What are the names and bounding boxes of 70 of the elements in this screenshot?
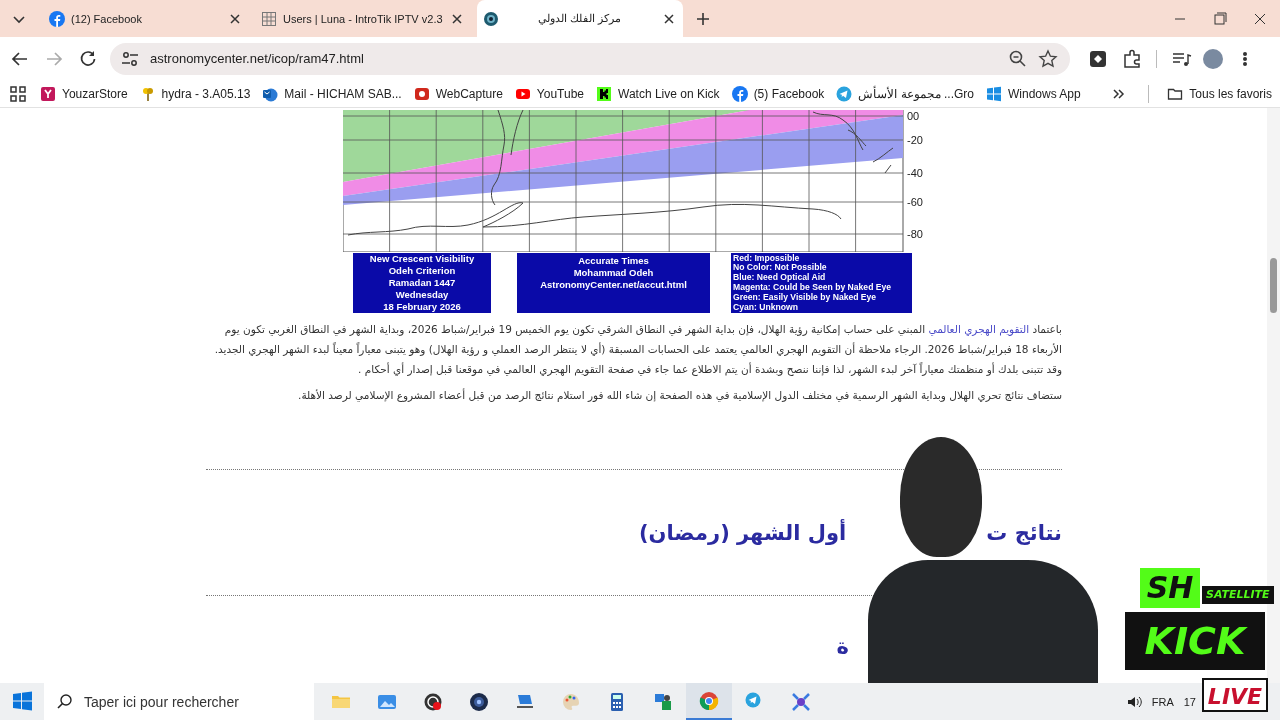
browser-icon (699, 690, 719, 711)
calendar-link[interactable]: التقويم الهجري العالمي (928, 323, 1030, 335)
bookmark-item[interactable]: (5) Facebook (731, 85, 825, 102)
bookmark-item[interactable]: YouTube (514, 85, 584, 102)
tab-title: (12) Facebook (71, 12, 143, 25)
network-icon (653, 691, 673, 712)
windows-icon (986, 85, 1002, 102)
legend-text: No Color: Not Possible (733, 263, 828, 273)
browser-tab[interactable]: Users | Luna - IntroTik IPTV v2.3 (255, 0, 471, 37)
latitude-label: -40 (907, 167, 923, 179)
bookmark-item[interactable]: Mail - HICHAM SAB... (262, 85, 402, 102)
section-heading: نتائج ت (986, 520, 1062, 545)
palette-icon (561, 691, 581, 712)
globe-icon (482, 10, 499, 27)
legend-text: Red: Impossible (733, 253, 800, 264)
scrollbar-thumb[interactable] (1270, 258, 1277, 313)
legend-text: Blue: Need Optical Aid (733, 273, 827, 283)
bookmark-item[interactable]: hydra - 3.A05.13 (139, 85, 251, 102)
language-indicator[interactable]: FRA (1151, 695, 1174, 708)
record-icon (423, 691, 443, 712)
bookmark-item[interactable]: Windows App (986, 85, 1081, 102)
apps-grid-icon[interactable] (8, 83, 28, 104)
latitude-label: 00 (907, 110, 920, 122)
paper-plane-icon (836, 85, 853, 102)
capture-icon (413, 85, 430, 102)
zoom-icon[interactable] (1008, 48, 1028, 69)
bookmark-item[interactable]: YouzarStore (40, 85, 128, 102)
tab-title: مركز الفلك الدولي (537, 12, 623, 25)
legend-text: Accurate Times (577, 255, 650, 267)
logo-badge: SH (1140, 568, 1200, 608)
section-heading: أول الشهر (رمضان) (638, 520, 847, 545)
bookmark-item[interactable]: WebCapture (413, 85, 503, 102)
address-bar[interactable]: astronomycenter.net/icop/ram47.html (110, 42, 1070, 75)
latitude-label: -20 (907, 134, 923, 146)
paragraph: ستضاف نتائج تحري الهلال وبداية الشهر الرسمية في مختلف الدول الإسلامية في هذه الصفحة إن شاء الله فور استلام نتائج الرصد من قبل أعضاء المشروع الإسلامي لرصد الأهلة. (297, 387, 1062, 404)
logo-text: SATELLITE (1202, 586, 1274, 604)
legend-text: Wednesday (394, 289, 450, 301)
legend-text: Green: Easily Visible by Naked Eye (733, 292, 877, 303)
url-text: astronomycenter.net/icop/ram47.html (150, 51, 364, 66)
section-heading: ة (836, 634, 849, 658)
browser-tab[interactable]: مركز الفلك الدولي (476, 0, 683, 37)
logo-title: KICK (1125, 612, 1265, 670)
letter-k-icon (596, 85, 612, 102)
profile-avatar[interactable] (1203, 48, 1223, 69)
legend-text: Ramadan 1447 (387, 277, 457, 289)
legend-text: New Crescent Visibility (368, 253, 476, 265)
legend-text: Mohammad Odeh (572, 267, 655, 279)
table-icon (261, 10, 277, 27)
tab-title: Users | Luna - IntroTik IPTV v2.3 (283, 12, 443, 25)
latitude-label: -60 (907, 196, 923, 208)
clock-text: 17 (1183, 695, 1196, 708)
camera-icon (469, 691, 489, 712)
live-badge: LIVE (1202, 678, 1268, 712)
letter-y-icon (40, 85, 56, 102)
legend-text: Magenta: Could be Seen by Naked Eye (733, 283, 893, 293)
facebook-icon (731, 85, 748, 102)
legend-text: 18 February 2026 (382, 301, 462, 313)
search-icon (56, 692, 74, 711)
browser-tab[interactable]: (12) Facebook (43, 0, 249, 37)
bookmark-item[interactable]: Watch Live on Kick (596, 85, 720, 102)
facebook-icon (49, 10, 65, 27)
legend-text: Odeh Criterion (387, 265, 457, 277)
legend-text: AstronomyCenter.net/accut.html (539, 279, 688, 291)
latitude-label: -80 (907, 228, 923, 240)
paragraph: باعتماد التقويم الهجري العالمي المبني على حساب إمكانية رؤية الهلال، فإن بداية الشهر في النطاق الشرقي تكون يوم الخميس 19 فبراير/شباط 2026، وبداية الشهر في النطاق الغربي تكون يوم الأربعاء 18 فبراير/شباط 2026. الرجاء ملاحظة أن التقويم الهجري العالمي يعتمد على الحسابات المسبقة (أي لا ينتظر الرصد العملي و رؤية الهلال) وهو يتبنى معياراً معيناً لبدء الشهر الهجري الجديد. وقد تتبنى بلدك أو منظمتك معياراً آخر لبدء الشهر، لذا فإننا ننصح وبشدة أن يتم الاطلاع عما جاء في صفحة التقويم الهجري العالمي في موقعنا قبل إصدار أي أحكام . (213, 322, 1062, 378)
legend-text: Cyan: Unknown (733, 302, 799, 313)
bookmark-item[interactable]: مجموعة الأسأش ...Gro (836, 85, 974, 102)
bookmarks-folder[interactable]: Tous les favoris (1167, 85, 1272, 102)
taskbar-search-field[interactable]: Taper ici pour rechercher (44, 683, 314, 720)
bookmark-star-icon[interactable] (1038, 48, 1058, 69)
